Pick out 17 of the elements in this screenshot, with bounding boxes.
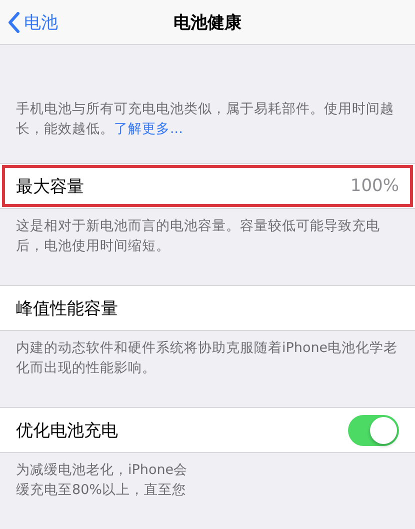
footer-text: 内建的动态软件和硬件系统将协助克服随着iPhone电池化学老化而出现的性能影响。 — [15, 339, 399, 378]
settings-row[interactable]: 峰值性能容量 — [0, 285, 415, 331]
back-button[interactable]: 电池 — [8, 10, 58, 34]
chevron-left-icon — [8, 12, 20, 32]
learn-more-link[interactable]: 了解更多... — [114, 121, 183, 137]
footer-text: 这是相对于新电池而言的电池容量。容量较低可能导致充电后，电池使用时间缩短。 — [15, 217, 381, 256]
row-value: 100% — [350, 176, 399, 196]
intro-text: 手机电池与所有可充电电池类似，属于易耗部件。使用时间越长，能效越低。了解更多... — [16, 100, 395, 139]
footer-text-line: 缓充电至80%以上，直至您 — [15, 481, 188, 500]
row-label: 峰值性能容量 — [16, 298, 118, 320]
footer-text-line: 为减缓电池老化，iPhone会 — [15, 461, 189, 480]
settings-row[interactable]: 最大容量 100% — [0, 163, 415, 209]
settings-row[interactable]: 优化电池充电 — [0, 407, 415, 453]
row-label: 最大容量 — [16, 176, 84, 198]
row-label: 优化电池充电 — [16, 420, 118, 442]
toggle-switch[interactable] — [348, 414, 399, 446]
page-title: 电池健康 — [174, 12, 242, 32]
